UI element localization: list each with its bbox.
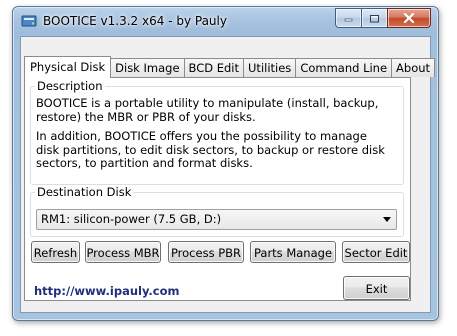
exit-button[interactable]: Exit	[343, 276, 410, 300]
tab-bcd-edit[interactable]: BCD Edit	[183, 58, 245, 77]
close-button[interactable]	[387, 8, 431, 28]
minimize-icon	[344, 18, 353, 22]
tab-physical-disk[interactable]: Physical Disk	[24, 56, 112, 78]
process-mbr-button[interactable]: Process MBR	[85, 241, 161, 263]
tab-about[interactable]: About	[391, 58, 436, 77]
tab-strip: Physical Disk Disk Image BCD Edit Utilit…	[24, 55, 436, 78]
tab-utilities[interactable]: Utilities	[243, 58, 297, 77]
refresh-button[interactable]: Refresh	[31, 241, 80, 263]
destination-disk-select[interactable]: RM1: silicon-power (7.5 GB, D:)	[36, 209, 397, 230]
maximize-icon	[370, 14, 379, 22]
title-bar[interactable]: BOOTICE v1.3.2 x64 - by Pauly	[13, 7, 438, 35]
chevron-down-icon	[383, 217, 391, 222]
website-link[interactable]: http://www.ipauly.com	[34, 284, 180, 298]
tab-disk-image[interactable]: Disk Image	[110, 58, 185, 77]
description-group: Description BOOTICE is a portable utilit…	[30, 79, 404, 185]
destination-disk-group: Destination Disk RM1: silicon-power (7.5…	[30, 185, 404, 237]
minimize-button[interactable]	[335, 8, 361, 28]
app-window: BOOTICE v1.3.2 x64 - by Pauly Physical D…	[12, 6, 439, 321]
bootice-app-icon	[21, 15, 37, 27]
parts-manage-button[interactable]: Parts Manage	[250, 241, 336, 263]
physical-disk-panel: Description BOOTICE is a portable utilit…	[24, 77, 411, 301]
tab-command-line[interactable]: Command Line	[295, 58, 393, 77]
client-area: Physical Disk Disk Image BCD Edit Utilit…	[20, 36, 436, 313]
maximize-button[interactable]	[361, 8, 387, 28]
description-paragraph-1: BOOTICE is a portable utility to manipul…	[36, 96, 379, 124]
description-legend: Description	[35, 79, 105, 93]
caption-buttons	[335, 8, 431, 28]
destination-disk-legend: Destination Disk	[35, 185, 134, 199]
description-paragraph-2: In addition, BOOTICE offers you the poss…	[36, 129, 385, 170]
destination-disk-value: RM1: silicon-power (7.5 GB, D:)	[41, 212, 222, 226]
description-text: BOOTICE is a portable utility to manipul…	[36, 96, 388, 177]
close-icon	[403, 13, 415, 23]
sector-edit-button[interactable]: Sector Edit	[342, 241, 410, 263]
window-title: BOOTICE v1.3.2 x64 - by Pauly	[43, 14, 227, 28]
process-pbr-button[interactable]: Process PBR	[168, 241, 244, 263]
